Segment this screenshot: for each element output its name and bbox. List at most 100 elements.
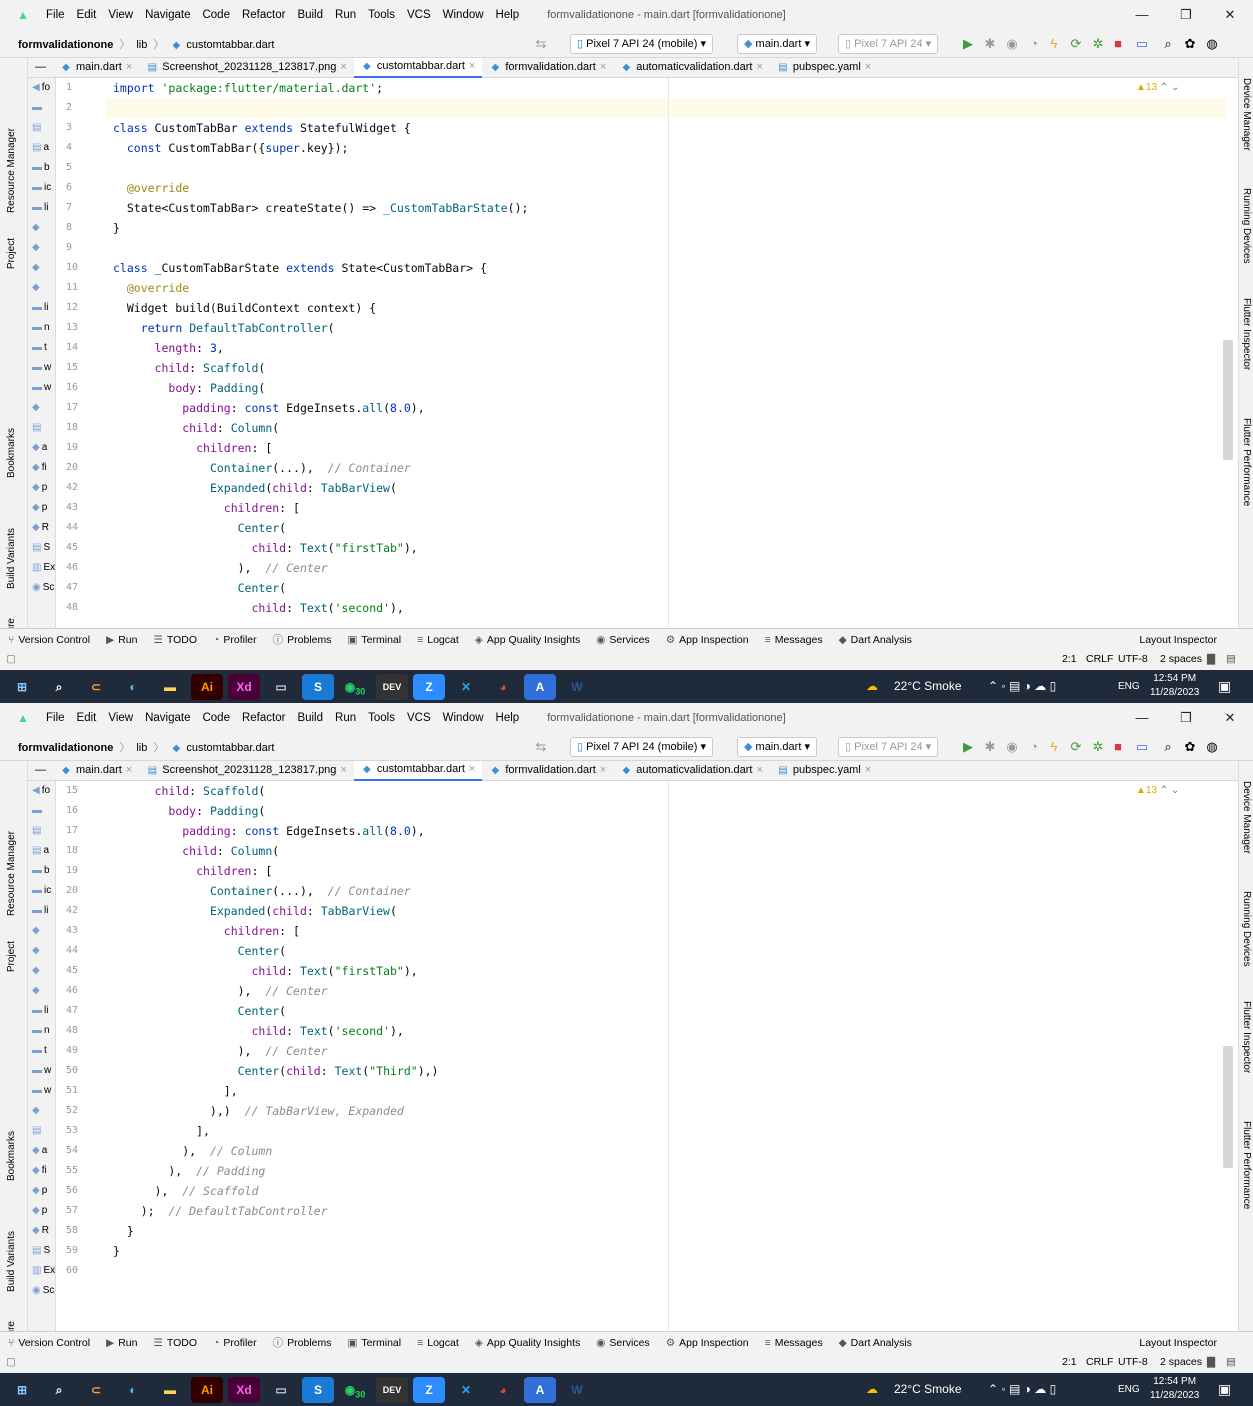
menu-help[interactable]: Help (490, 712, 526, 724)
tool-window-version-control[interactable]: ⑂ Version Control (0, 1337, 98, 1349)
tool-window-messages[interactable]: ≡ Messages (757, 1337, 831, 1349)
tray-icons[interactable]: ⌃ ◦ ▤ ◑ ☁ ▯ (988, 670, 1056, 703)
tool-window-messages[interactable]: ≡ Messages (757, 634, 831, 646)
debug-icon[interactable]: ✱ (982, 739, 998, 755)
menu-file[interactable]: File (40, 9, 71, 21)
project-tree-item[interactable]: ▬ b (28, 861, 55, 881)
tool-window-problems[interactable]: ⓘ Problems (265, 632, 340, 647)
hot-restart-icon[interactable]: ⟳ (1068, 739, 1084, 755)
edge-browser-icon[interactable]: ◐ (117, 674, 149, 700)
project-tree-item[interactable]: ▬ li (28, 298, 55, 318)
start-windows-icon[interactable]: ⊞ (6, 674, 38, 700)
project-tree-item[interactable]: ▬ n (28, 1021, 55, 1041)
project-tree-item[interactable]: ◆ (28, 258, 55, 278)
project-tree-item[interactable]: ◆ a (28, 1141, 55, 1161)
line-separator[interactable]: CRLF (1086, 1356, 1113, 1368)
dev-app-icon[interactable]: DEV (376, 673, 408, 700)
menu-build[interactable]: Build (291, 712, 329, 724)
project-tree-item[interactable]: ◆ p (28, 498, 55, 518)
project-tree-item[interactable]: ▬ w (28, 1081, 55, 1101)
android-studio-taskbar-icon[interactable]: A (524, 1376, 556, 1403)
project-tree-item[interactable]: ▤ (28, 118, 55, 138)
tool-build-variants[interactable]: Build Variants (6, 528, 17, 589)
run-config-selector[interactable]: ◆ main.dart ▾ (737, 34, 817, 54)
editor-tab[interactable]: ▤ pubspec.yaml × (770, 58, 878, 78)
menu-refactor[interactable]: Refactor (236, 712, 291, 724)
zoom-icon[interactable]: Z (413, 1376, 445, 1403)
run-icon[interactable]: ▶ (960, 36, 976, 52)
notification-center-icon[interactable]: ▣ (1218, 1373, 1231, 1406)
minimize-button[interactable]: — (1120, 703, 1164, 733)
project-tree-item[interactable]: ▬ (28, 98, 55, 118)
code-editor[interactable]: child: Scaffold( body: Padding( padding:… (106, 781, 1226, 1331)
search-icon[interactable]: ⌕ (1160, 36, 1176, 52)
project-tree-item[interactable]: ◆ (28, 278, 55, 298)
breadcrumb-project[interactable]: formvalidationone (18, 39, 113, 51)
tool-window-problems[interactable]: ⓘ Problems (265, 1335, 340, 1350)
project-tree-item[interactable]: ◆ (28, 941, 55, 961)
project-tree-item[interactable]: ◆ (28, 238, 55, 258)
close-button[interactable]: ✕ (1208, 703, 1252, 733)
attach-icon[interactable]: ◉ (1004, 739, 1020, 755)
run-config-selector[interactable]: ◆ main.dart ▾ (737, 737, 817, 757)
menu-file[interactable]: File (40, 712, 71, 724)
adobe-xd-icon[interactable]: Xd (228, 673, 260, 700)
project-tree-item[interactable]: ◆ p (28, 478, 55, 498)
menu-window[interactable]: Window (437, 712, 490, 724)
skype-icon[interactable]: S (302, 1376, 334, 1403)
menu-view[interactable]: View (102, 712, 139, 724)
tool-project[interactable]: Project (6, 941, 17, 972)
tool-window-profiler[interactable]: ◔ Profiler (205, 1337, 265, 1349)
menu-vcs[interactable]: VCS (401, 9, 437, 21)
maximize-button[interactable]: ❐ (1164, 703, 1208, 733)
tool-window-app-inspection[interactable]: ⚙ App Inspection (658, 1337, 757, 1349)
project-tree-item[interactable]: ▬ li (28, 198, 55, 218)
layout-inspector-button[interactable]: Layout Inspector (1131, 1337, 1225, 1349)
clock[interactable]: 12:54 PM 11/28/2023 (1150, 670, 1199, 703)
project-tree-item[interactable]: ▬ n (28, 318, 55, 338)
device-selector[interactable]: ▯ Pixel 7 API 24 (mobile) ▾ (570, 34, 713, 54)
close-tab-icon[interactable]: × (600, 58, 606, 77)
task-view-icon[interactable]: ⊂ (80, 1377, 112, 1403)
editor-tab[interactable]: ▤ Screenshot_20231128_123817.png × (139, 761, 354, 781)
tool-window-app-quality-insights[interactable]: ◈ App Quality Insights (467, 1337, 588, 1349)
illustrator-icon[interactable]: Ai (191, 1376, 223, 1403)
hot-restart-icon[interactable]: ⟳ (1068, 36, 1084, 52)
tool-resource-manager[interactable]: Resource Manager (6, 128, 17, 213)
project-tree-item[interactable]: ▬ b (28, 158, 55, 178)
menu-run[interactable]: Run (329, 712, 362, 724)
input-language[interactable]: ENG (1118, 670, 1140, 703)
editor-tab[interactable]: ◆ formvalidation.dart × (482, 58, 613, 78)
weather-icon[interactable]: ☁ (866, 670, 878, 703)
editor-tab[interactable]: ◆ formvalidation.dart × (482, 761, 613, 781)
tool-bookmarks[interactable]: Bookmarks (6, 428, 17, 478)
editor-tab[interactable]: ▤ Screenshot_20231128_123817.png × (139, 58, 354, 78)
project-tree-item[interactable]: ▤ S (28, 538, 55, 558)
project-tree-item[interactable]: ◆ R (28, 518, 55, 538)
illustrator-icon[interactable]: Ai (191, 673, 223, 700)
chrome-icon[interactable]: ◕ (487, 1377, 519, 1403)
project-tree-item[interactable]: ▤ a (28, 841, 55, 861)
notifications-icon[interactable]: ▤ (1226, 653, 1236, 665)
project-tree-item[interactable]: ▬ li (28, 901, 55, 921)
settings-gear-icon[interactable]: ✿ (1182, 739, 1198, 755)
file-explorer-icon[interactable]: ▬ (154, 1377, 186, 1403)
inactive-device-selector[interactable]: ▯ Pixel 7 API 24 ▾ (838, 34, 939, 54)
input-language[interactable]: ENG (1118, 1373, 1140, 1406)
project-tree-item[interactable]: ◆ (28, 398, 55, 418)
tool-window-dart-analysis[interactable]: ◆ Dart Analysis (831, 634, 920, 646)
tray-icons[interactable]: ⌃ ◦ ▤ ◑ ☁ ▯ (988, 1373, 1056, 1406)
clock[interactable]: 12:54 PM 11/28/2023 (1150, 1373, 1199, 1406)
project-tree-item[interactable]: ▤ a (28, 138, 55, 158)
tool-flutter-performance[interactable]: Flutter Performance (1241, 1121, 1252, 1209)
search-taskbar-icon[interactable]: ⌕ (43, 1377, 75, 1403)
project-tree-item[interactable]: ▬ t (28, 1041, 55, 1061)
vcs-arrow-icon[interactable]: ⇆ (533, 36, 549, 52)
weather-icon[interactable]: ☁ (866, 1373, 878, 1406)
tool-build-variants[interactable]: Build Variants (6, 1231, 17, 1292)
tool-window-logcat[interactable]: ≡ Logcat (409, 1337, 467, 1349)
project-tree-item[interactable]: ▬ t (28, 338, 55, 358)
project-tree-item[interactable]: ◀ fo (28, 781, 55, 801)
status-window-icon[interactable]: ▢ (6, 1356, 16, 1368)
hot-reload-icon[interactable]: ϟ (1046, 739, 1062, 755)
